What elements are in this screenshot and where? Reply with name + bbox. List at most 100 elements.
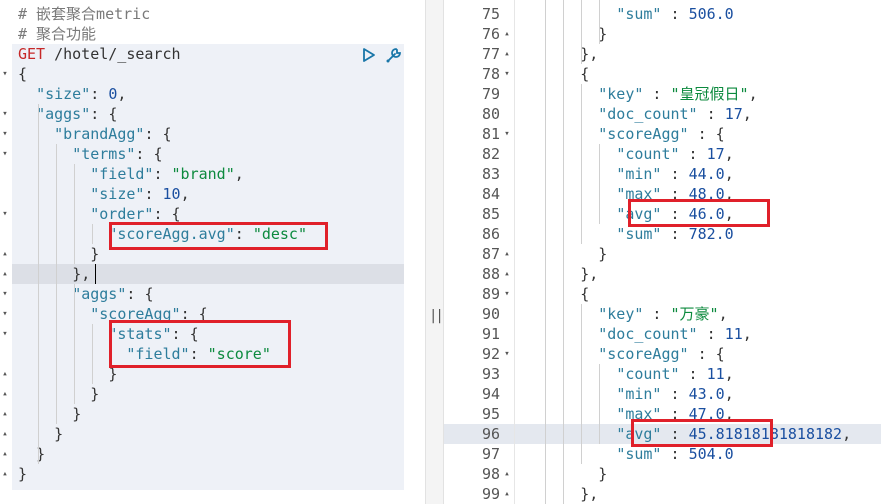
code-line: 82 "count" : 17,: [444, 144, 881, 164]
code-text: "count" : 17,: [616, 145, 734, 163]
code-text: {: [18, 65, 28, 83]
code-line: ▾ "aggs": {: [0, 284, 425, 304]
fold-collapse-icon[interactable]: ▾: [0, 124, 10, 144]
code-line: 94 "min" : 43.0,: [444, 384, 881, 404]
request-editor[interactable]: # 嵌套聚合metric # 聚合功能 GET/hotel/_search ▾{ "s…: [0, 0, 425, 504]
line-number: 78: [481, 65, 500, 83]
code-text: "doc_count" : 17,: [598, 105, 752, 123]
code-line: ▾{: [0, 64, 425, 84]
code-line: 77 ▴ },: [444, 44, 881, 64]
code-text: "min" : 44.0,: [616, 165, 734, 183]
line-number: 87: [481, 245, 500, 263]
comment-line: # 聚合功能: [18, 25, 97, 43]
highlight-order-box: [109, 222, 328, 250]
code-line: 78 ▾ {: [444, 64, 881, 84]
fold-collapse-icon[interactable]: ▾: [0, 304, 10, 324]
fold-expand-icon[interactable]: ▴: [502, 484, 512, 504]
code-text: }: [54, 425, 64, 443]
fold-collapse-icon[interactable]: ▾: [0, 64, 10, 84]
code-text: }: [36, 445, 46, 463]
fold-collapse-icon[interactable]: ▾: [502, 284, 512, 304]
fold-expand-icon[interactable]: ▴: [0, 244, 10, 264]
splitter-handle-icon[interactable]: ||: [429, 308, 443, 324]
line-number: 79: [481, 85, 500, 103]
code-text: }: [108, 365, 118, 383]
fold-expand-icon[interactable]: ▴: [502, 464, 512, 484]
indent-guide: [563, 0, 564, 504]
fold-collapse-icon[interactable]: ▾: [0, 144, 10, 164]
fold-expand-icon[interactable]: ▴: [502, 244, 512, 264]
code-line: 90 "key" : "万豪",: [444, 304, 881, 324]
code-text: "field": "brand",: [90, 165, 244, 183]
fold-collapse-icon[interactable]: ▾: [502, 124, 512, 144]
line-number: 96: [481, 425, 500, 443]
fold-expand-icon[interactable]: ▴: [0, 404, 10, 424]
code-line: ▴ }: [0, 424, 425, 444]
line-number: 98: [481, 465, 500, 483]
text-cursor: [95, 264, 96, 284]
request-url: /hotel/_search: [54, 45, 181, 63]
code-line: 92 ▾ "scoreAgg" : {: [444, 344, 881, 364]
fold-collapse-icon[interactable]: ▾: [0, 204, 10, 224]
fold-collapse-icon[interactable]: ▾: [0, 284, 10, 304]
code-text: }: [90, 385, 100, 403]
http-method: GET: [18, 45, 46, 63]
response-viewer[interactable]: 75 "sum" : 506.0 76 ▴ } 77 ▴ }, 78 ▾ {79 "key"…: [444, 0, 881, 504]
code-text: "size": 10,: [90, 185, 190, 203]
line-number: 83: [481, 165, 500, 183]
code-text: "scoreAgg" : {: [598, 125, 725, 143]
line-number: 85: [481, 205, 500, 223]
code-text: }: [72, 405, 82, 423]
indent-guide: [74, 164, 75, 264]
code-line: ▾ "order": {: [0, 204, 425, 224]
fold-expand-icon[interactable]: ▴: [0, 444, 10, 464]
line-number: 84: [481, 185, 500, 203]
code-text: "aggs": {: [36, 105, 118, 123]
fold-collapse-icon[interactable]: ▾: [0, 104, 10, 124]
code-line: ▴ }: [0, 384, 425, 404]
code-line: ▴ }: [0, 444, 425, 464]
code-line: "size": 10,: [0, 184, 425, 204]
fold-collapse-icon[interactable]: ▾: [502, 344, 512, 364]
line-number: 88: [481, 265, 500, 283]
pane-splitter[interactable]: ||: [425, 0, 444, 504]
fold-expand-icon[interactable]: ▴: [0, 384, 10, 404]
line-number: 77: [481, 45, 500, 63]
code-line: 91 "doc_count" : 11,: [444, 324, 881, 344]
line-number: 89: [481, 285, 500, 303]
line-number: 90: [481, 305, 500, 323]
code-line: 97 "sum" : 504.0: [444, 444, 881, 464]
fold-expand-icon[interactable]: ▴: [0, 264, 10, 284]
fold-collapse-icon[interactable]: ▾: [502, 64, 512, 84]
code-text: "key" : "皇冠假日",: [598, 85, 758, 103]
line-number: 86: [481, 225, 500, 243]
fold-expand-icon[interactable]: ▴: [0, 364, 10, 384]
fold-collapse-icon[interactable]: ▾: [0, 324, 10, 344]
line-number: 94: [481, 385, 500, 403]
fold-expand-icon[interactable]: ▴: [0, 464, 10, 484]
code-line: 99 ▴ },: [444, 484, 881, 504]
code-text: "scoreAgg" : {: [598, 345, 725, 363]
highlight-avg-box: [631, 419, 773, 447]
fold-expand-icon[interactable]: ▴: [502, 24, 512, 44]
code-line: 89 ▾ {: [444, 284, 881, 304]
indent-guide: [74, 284, 75, 404]
fold-expand-icon[interactable]: ▴: [502, 44, 512, 64]
line-number: 91: [481, 325, 500, 343]
code-text: "size": 0,: [36, 85, 127, 103]
code-line: 75 "sum" : 506.0: [444, 4, 881, 24]
indent-guide: [599, 364, 600, 444]
indent-guide: [599, 0, 600, 44]
highlight-avg-box: [628, 199, 770, 227]
fold-expand-icon[interactable]: ▴: [0, 424, 10, 444]
indent-guide: [581, 304, 582, 464]
code-line: ▾ "terms": {: [0, 144, 425, 164]
line-number: 82: [481, 145, 500, 163]
line-number: 99: [481, 485, 500, 503]
code-line: "size": 0,: [0, 84, 425, 104]
code-text: "sum" : 782.0: [616, 225, 734, 243]
code-text: }: [18, 465, 28, 483]
code-text: }: [598, 465, 608, 483]
fold-expand-icon[interactable]: ▴: [502, 264, 512, 284]
code-text: "sum" : 506.0: [616, 5, 734, 23]
